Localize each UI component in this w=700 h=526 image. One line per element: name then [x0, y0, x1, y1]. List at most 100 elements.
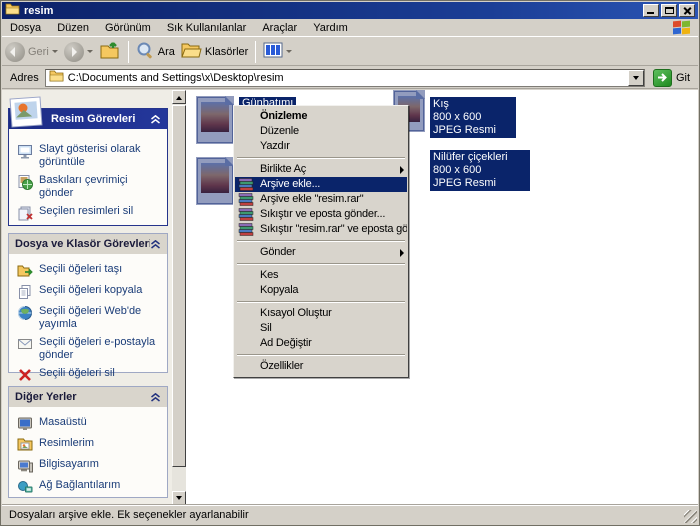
task-label: Slayt gösterisi olarak görüntüle — [39, 143, 157, 169]
content-area: Resim Görevleri Slayt gösterisi olarak g… — [2, 90, 698, 505]
file-label-nilufer[interactable]: Nilüfer çiçekleri 800 x 600 JPEG Resmi — [430, 150, 530, 191]
views-icon — [263, 42, 283, 61]
menu-item-duzenle[interactable]: Düzenle — [235, 124, 407, 139]
menu-separator — [237, 157, 405, 159]
address-label: Adres — [2, 72, 45, 84]
link-my-pictures[interactable]: Resimlerim — [17, 437, 163, 453]
menu-gorunum[interactable]: Görünüm — [97, 20, 159, 36]
menu-item-sil[interactable]: Sil — [235, 321, 407, 336]
toolbar-separator — [128, 41, 129, 63]
menu-sik-kullanilanlar[interactable]: Sık Kullanılanlar — [159, 20, 255, 36]
menu-item-sikistir-rar-eposta[interactable]: Sıkıştır "resim.rar" ve eposta gönder — [235, 222, 407, 237]
slideshow-icon — [17, 143, 33, 159]
move-items-icon — [17, 263, 33, 279]
task-publish-web[interactable]: Seçili öğeleri Web'de yayımla — [17, 305, 163, 331]
link-network-places[interactable]: Ağ Bağlantılarım — [17, 479, 163, 495]
search-icon — [136, 41, 155, 63]
address-dropdown-button[interactable] — [628, 70, 644, 86]
back-button[interactable]: Geri — [2, 40, 61, 64]
back-icon — [5, 42, 25, 62]
publish-web-icon — [17, 305, 33, 321]
forward-button[interactable] — [61, 40, 96, 64]
menu-item-onizleme[interactable]: Önizleme — [235, 109, 407, 124]
task-email-items[interactable]: Seçili öğeleri e-postayla gönder — [17, 336, 163, 362]
menu-item-kes[interactable]: Kes — [235, 268, 407, 283]
task-view-slideshow[interactable]: Slayt gösterisi olarak görüntüle — [17, 143, 163, 169]
menu-item-gonder[interactable]: Gönder — [235, 245, 407, 260]
winrar-icon — [238, 223, 254, 237]
sidebar-scrollbar[interactable] — [172, 90, 186, 505]
search-label: Ara — [158, 46, 175, 58]
scroll-down-button[interactable] — [172, 491, 186, 505]
resize-grip[interactable] — [684, 510, 697, 523]
menu-araclar[interactable]: Araçlar — [254, 20, 305, 36]
menu-item-arsive-ekle-rar[interactable]: Arşive ekle "resim.rar" — [235, 192, 407, 207]
task-copy-items[interactable]: Seçili öğeleri kopyala — [17, 284, 163, 300]
chevron-up-icon — [150, 240, 161, 249]
address-bar: Adres C:\Documents and Settings\x\Deskto… — [2, 67, 698, 89]
menu-item-ozellikler[interactable]: Özellikler — [235, 359, 407, 374]
up-button[interactable] — [96, 40, 124, 64]
windows-logo-icon — [672, 20, 692, 36]
link-label: Bilgisayarım — [39, 458, 99, 474]
address-input[interactable]: C:\Documents and Settings\x\Desktop\resi… — [45, 69, 645, 87]
forward-dropdown-icon — [87, 50, 93, 56]
menu-item-kopyala[interactable]: Kopyala — [235, 283, 407, 298]
folder-icon — [5, 3, 20, 18]
delete-items-icon — [17, 367, 33, 383]
network-places-icon — [17, 479, 33, 495]
menu-item-ad-degistir[interactable]: Ad Değiştir — [235, 336, 407, 351]
winrar-icon — [238, 178, 254, 192]
title-bar[interactable]: resim — [2, 2, 698, 19]
panel-title: Dosya ve Klasör Görevleri — [15, 238, 150, 250]
link-desktop[interactable]: Masaüstü — [17, 416, 163, 432]
forward-icon — [64, 42, 84, 62]
task-delete-items[interactable]: Seçili öğeleri sil — [17, 367, 163, 383]
scrollbar-thumb[interactable] — [172, 105, 186, 467]
task-label: Seçili öğeleri Web'de yayımla — [39, 305, 157, 331]
my-pictures-icon — [17, 437, 33, 453]
menu-item-sikistir-eposta[interactable]: Sıkıştır ve eposta gönder... — [235, 207, 407, 222]
menu-dosya[interactable]: Dosya — [2, 20, 49, 36]
search-button[interactable]: Ara — [133, 40, 178, 64]
menu-item-birlikte-ac[interactable]: Birlikte Aç — [235, 162, 407, 177]
menu-item-kisayol-olustur[interactable]: Kısayol Oluştur — [235, 306, 407, 321]
address-folder-icon — [49, 70, 64, 85]
task-move-items[interactable]: Seçili öğeleri taşı — [17, 263, 163, 279]
link-my-computer[interactable]: Bilgisayarım — [17, 458, 163, 474]
file-icon-gunbatimi[interactable] — [197, 97, 233, 143]
folders-label: Klasörler — [205, 46, 248, 58]
menu-item-arsive-ekle[interactable]: Arşive ekle... — [235, 177, 407, 192]
views-button[interactable] — [260, 40, 295, 64]
delete-pictures-icon — [17, 205, 33, 221]
submenu-arrow-icon — [400, 249, 404, 257]
panel-other-places-header[interactable]: Diğer Yerler — [9, 387, 167, 407]
chevron-up-icon — [150, 115, 161, 124]
menu-item-yazdir[interactable]: Yazdır — [235, 139, 407, 154]
context-menu: Önizleme Düzenle Yazdır Birlikte Aç Arşi… — [233, 105, 409, 378]
maximize-button[interactable] — [661, 4, 677, 17]
task-label: Seçili öğeleri sil — [39, 367, 115, 383]
close-button[interactable] — [679, 4, 695, 17]
task-label: Seçilen resimleri sil — [39, 205, 133, 221]
task-delete-pictures[interactable]: Seçilen resimleri sil — [17, 205, 163, 221]
folders-icon — [181, 42, 202, 62]
minimize-button[interactable] — [643, 4, 659, 17]
window-title: resim — [24, 5, 53, 17]
desktop-icon — [17, 416, 33, 432]
file-icon[interactable] — [197, 158, 233, 204]
menu-bar: Dosya Düzen Görünüm Sık Kullanılanlar Ar… — [2, 19, 698, 37]
panel-other-places: Diğer Yerler Masaüstü Resimlerim Bilgisa… — [8, 386, 168, 498]
file-type: JPEG Resmi — [433, 177, 527, 190]
panel-file-folder-tasks-header[interactable]: Dosya ve Klasör Görevleri — [9, 234, 167, 254]
go-arrow-icon — [657, 72, 668, 83]
chevron-down-icon — [633, 76, 639, 83]
menu-yardim[interactable]: Yardım — [305, 20, 356, 36]
scroll-up-button[interactable] — [172, 90, 186, 104]
folders-button[interactable]: Klasörler — [178, 40, 251, 64]
task-pane-sidebar: Resim Görevleri Slayt gösterisi olarak g… — [2, 90, 186, 505]
file-label-kis[interactable]: Kış 800 x 600 JPEG Resmi — [430, 97, 516, 138]
go-button[interactable] — [653, 69, 672, 87]
menu-duzen[interactable]: Düzen — [49, 20, 97, 36]
task-order-prints[interactable]: Baskıları çevrimiçi gönder — [17, 174, 163, 200]
